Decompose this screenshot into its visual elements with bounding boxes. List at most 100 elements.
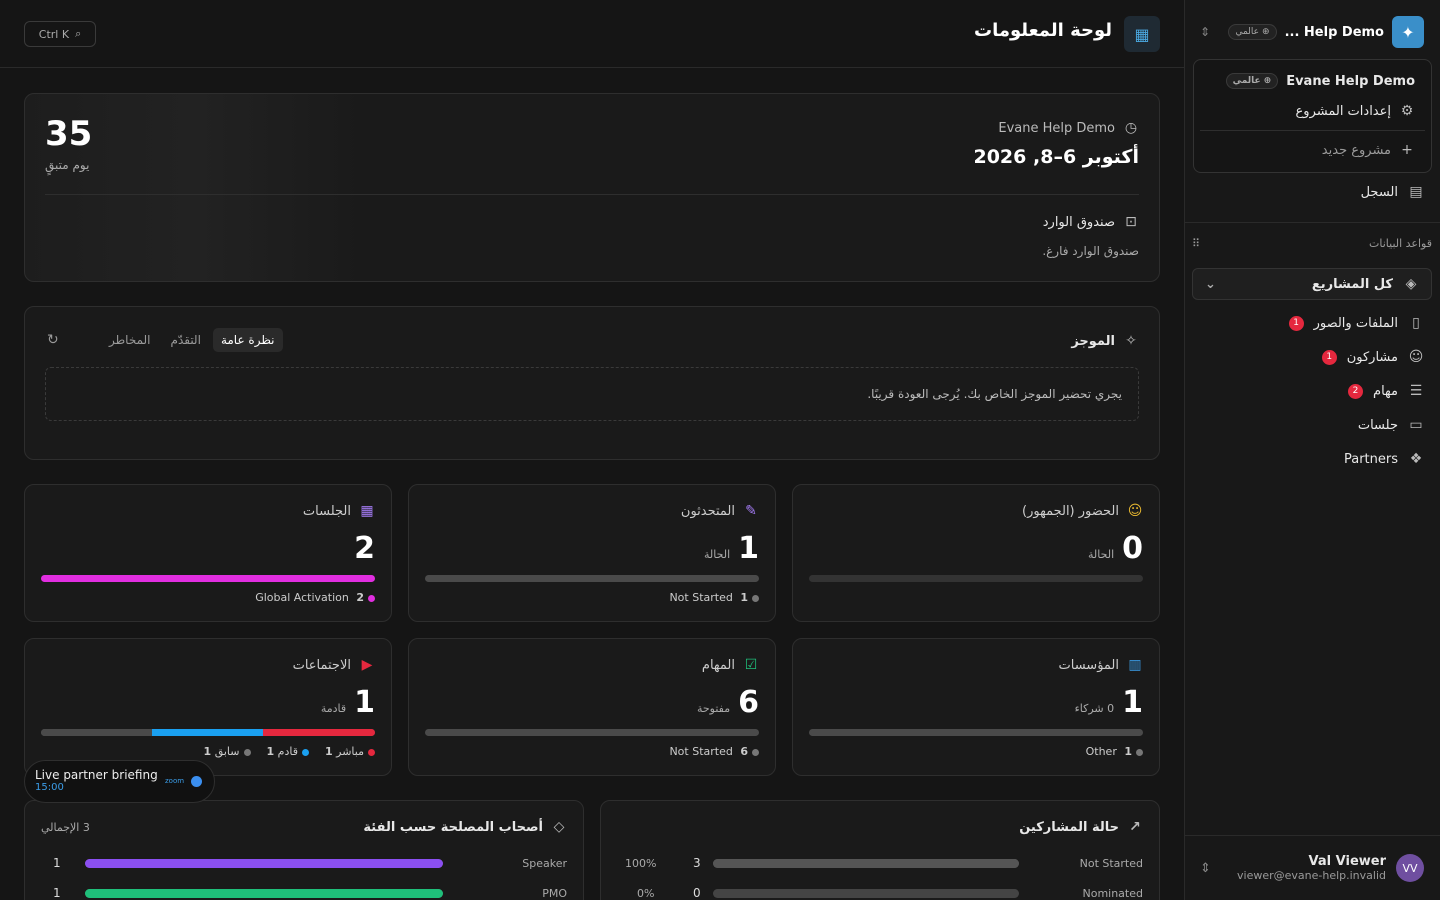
tasks-title: ☑ المهام <box>702 657 759 673</box>
row-label: Not Started <box>1079 856 1143 870</box>
sidebar-item-files[interactable]: ▯ الملفات والصور 1 <box>1200 310 1424 336</box>
meetings-stat-card[interactable]: ▶ الاجتماعات 1 قادمة مباشر 1 قادم 1 سابق 1 <box>24 638 392 776</box>
trending-icon: ↗ <box>1129 819 1141 835</box>
legend-item: Not Started 1 <box>669 591 759 604</box>
tasks-legend: Not Started 6 <box>669 745 759 758</box>
participants-status-label: حالة المشاركين <box>1019 819 1119 835</box>
search-icon: ⌕ <box>75 27 82 40</box>
live-meeting-pill[interactable]: Live partner briefing 15:00 zoom <box>24 760 215 803</box>
speakers-sub: الحالة <box>704 548 731 561</box>
briefing-card: ✧ الموجز نظرة عامة التقدّم المخاطر ↻ يجر… <box>24 306 1160 460</box>
legend-label: Global Activation <box>255 591 349 604</box>
new-project-label: مشروع جديد <box>1321 142 1391 158</box>
legend-label: قادم <box>277 745 298 758</box>
event-name-label: Evane Help Demo <box>998 120 1115 136</box>
meetings-title-label: الاجتماعات <box>292 657 351 673</box>
globe-icon: ⊕ <box>1263 76 1272 86</box>
legend-item: سابق 1 <box>200 745 251 758</box>
project-dropdown: Evane Help Demo ⊕ عالمي ⚙ إعدادات المشروع… <box>1193 59 1432 173</box>
drag-handle-icon[interactable]: ⠿ <box>1192 237 1200 250</box>
layers-icon: ◈ <box>1405 276 1417 292</box>
sessions-stat-card[interactable]: ▦ الجلسات 2 Global Activation 2 <box>24 484 392 622</box>
dropdown-project-label: Evane Help Demo <box>1286 73 1415 89</box>
stakeholders-row: Speaker 1 <box>41 854 567 872</box>
count-badge: 1 <box>1288 315 1304 331</box>
stakeholders-row: PMO 1 <box>41 884 567 900</box>
calendar-icon: ▦ <box>360 503 374 519</box>
databases-section: قواعد البيانات ⠿ <box>1192 234 1432 252</box>
row-value: 3 <box>693 856 701 870</box>
days-remaining: 35 <box>45 114 93 154</box>
legend-label: Not Started <box>669 745 733 758</box>
building-icon: ▥ <box>1128 657 1142 673</box>
new-project-item[interactable]: + مشروع جديد <box>1200 135 1425 165</box>
all-projects-selector[interactable]: ◈ كل المشاريع ⌄ <box>1192 268 1432 300</box>
row-percent: 100% <box>625 856 657 870</box>
inbox-title-label: صندوق الوارد <box>1042 214 1115 230</box>
zoom-label: zoom <box>165 777 185 785</box>
count-badge: 2 <box>1348 383 1364 399</box>
legend-count: 1 <box>740 591 748 604</box>
user-menu[interactable]: VV Val Viewer viewer@evane-help.invalid … <box>1184 835 1440 900</box>
tab-overview[interactable]: نظرة عامة <box>212 328 283 352</box>
sidebar-item-sessions[interactable]: ▭ جلسات <box>1200 412 1424 438</box>
chevron-updown-icon[interactable]: ⇕ <box>1200 861 1211 876</box>
chevron-updown-icon[interactable]: ⇕ <box>1200 25 1210 39</box>
legend-count: 1 <box>1124 745 1132 758</box>
legend-count: 6 <box>740 745 748 758</box>
sessions-bar-fill <box>41 575 375 582</box>
dashboard-icon: ▦ <box>1124 16 1160 52</box>
tab-risks[interactable]: المخاطر <box>101 328 159 352</box>
global-badge: ⊕ عالمي <box>1228 24 1277 40</box>
sidebar-item-participants[interactable]: ☺ مشاركون 1 <box>1200 344 1424 370</box>
legend-dot <box>368 748 375 756</box>
row-label: Speaker <box>522 856 567 870</box>
orgs-stat-card[interactable]: ▥ المؤسسات 1 0 شركاء Other 1 <box>792 638 1160 776</box>
attendance-title: ☺ الحضور (الجمهور) <box>1022 503 1143 519</box>
orgs-title: ▥ المؤسسات <box>1059 657 1144 673</box>
row-fill <box>713 858 1019 868</box>
tasks-value: 6 مفتوحة <box>697 685 759 720</box>
legend-dot <box>752 594 759 602</box>
legend-count: 1 <box>324 745 333 758</box>
attendance-number: 0 <box>1122 531 1143 566</box>
search-button[interactable]: Ctrl K ⌕ <box>24 21 96 47</box>
tasks-title-label: المهام <box>701 657 735 673</box>
attendance-stat-card[interactable]: ☺ الحضور (الجمهور) 0 الحالة <box>792 484 1160 622</box>
sidebar-item-log[interactable]: ▤ السجل <box>1200 180 1424 204</box>
sessions-title: ▦ الجلسات <box>303 503 375 519</box>
sidebar-item-tasks[interactable]: ☰ مهام 2 <box>1200 378 1424 404</box>
sessions-legend: Global Activation 2 <box>255 591 375 604</box>
inbox-icon: ⊡ <box>1125 214 1137 230</box>
avatar: VV <box>1396 854 1424 882</box>
sidebar-item-label: Partners <box>1343 451 1398 467</box>
attendance-sub: الحالة <box>1088 548 1115 561</box>
tab-progress[interactable]: التقدّم <box>163 328 209 352</box>
days-remaining-label: يوم متبقٍ <box>45 158 90 172</box>
meetings-number: 1 <box>354 685 375 720</box>
speakers-value: 1 الحالة <box>704 531 759 566</box>
calendar-clock-icon: ◷ <box>1124 120 1138 136</box>
dropdown-project-item[interactable]: Evane Help Demo ⊕ عالمي <box>1200 66 1425 96</box>
project-settings-item[interactable]: ⚙ إعدادات المشروع <box>1200 96 1425 126</box>
users-icon: ☺ <box>1127 503 1143 519</box>
sparkle-logo-icon: ✦ <box>1392 16 1424 48</box>
row-value: 1 <box>53 856 61 870</box>
log-icon: ▤ <box>1409 184 1423 200</box>
event-name: ◷ Evane Help Demo <box>998 120 1139 136</box>
refresh-icon[interactable]: ↻ <box>47 332 59 348</box>
participants-row: Nominated 0 0% <box>617 884 1143 900</box>
row-percent: 0% <box>637 886 655 900</box>
project-switcher[interactable]: ✦ Help Demo ... ⊕ عالمي ⇕ <box>1200 16 1424 48</box>
speakers-stat-card[interactable]: ✎ المتحدثون 1 الحالة Not Started 1 <box>408 484 776 622</box>
meetings-bar-live <box>263 729 375 736</box>
sidebar-item-partners[interactable]: ❖ Partners <box>1200 446 1424 472</box>
briefing-title-label: الموجز <box>1071 333 1115 349</box>
meetings-legend: مباشر 1 قادم 1 سابق 1 <box>200 745 375 758</box>
orgs-sub: 0 شركاء <box>1074 702 1115 715</box>
tasks-stat-card[interactable]: ☑ المهام 6 مفتوحة Not Started 6 <box>408 638 776 776</box>
meetings-bar <box>41 729 375 736</box>
attendance-value: 0 الحالة <box>1088 531 1143 566</box>
row-value: 1 <box>53 886 61 900</box>
row-fill <box>85 858 443 868</box>
